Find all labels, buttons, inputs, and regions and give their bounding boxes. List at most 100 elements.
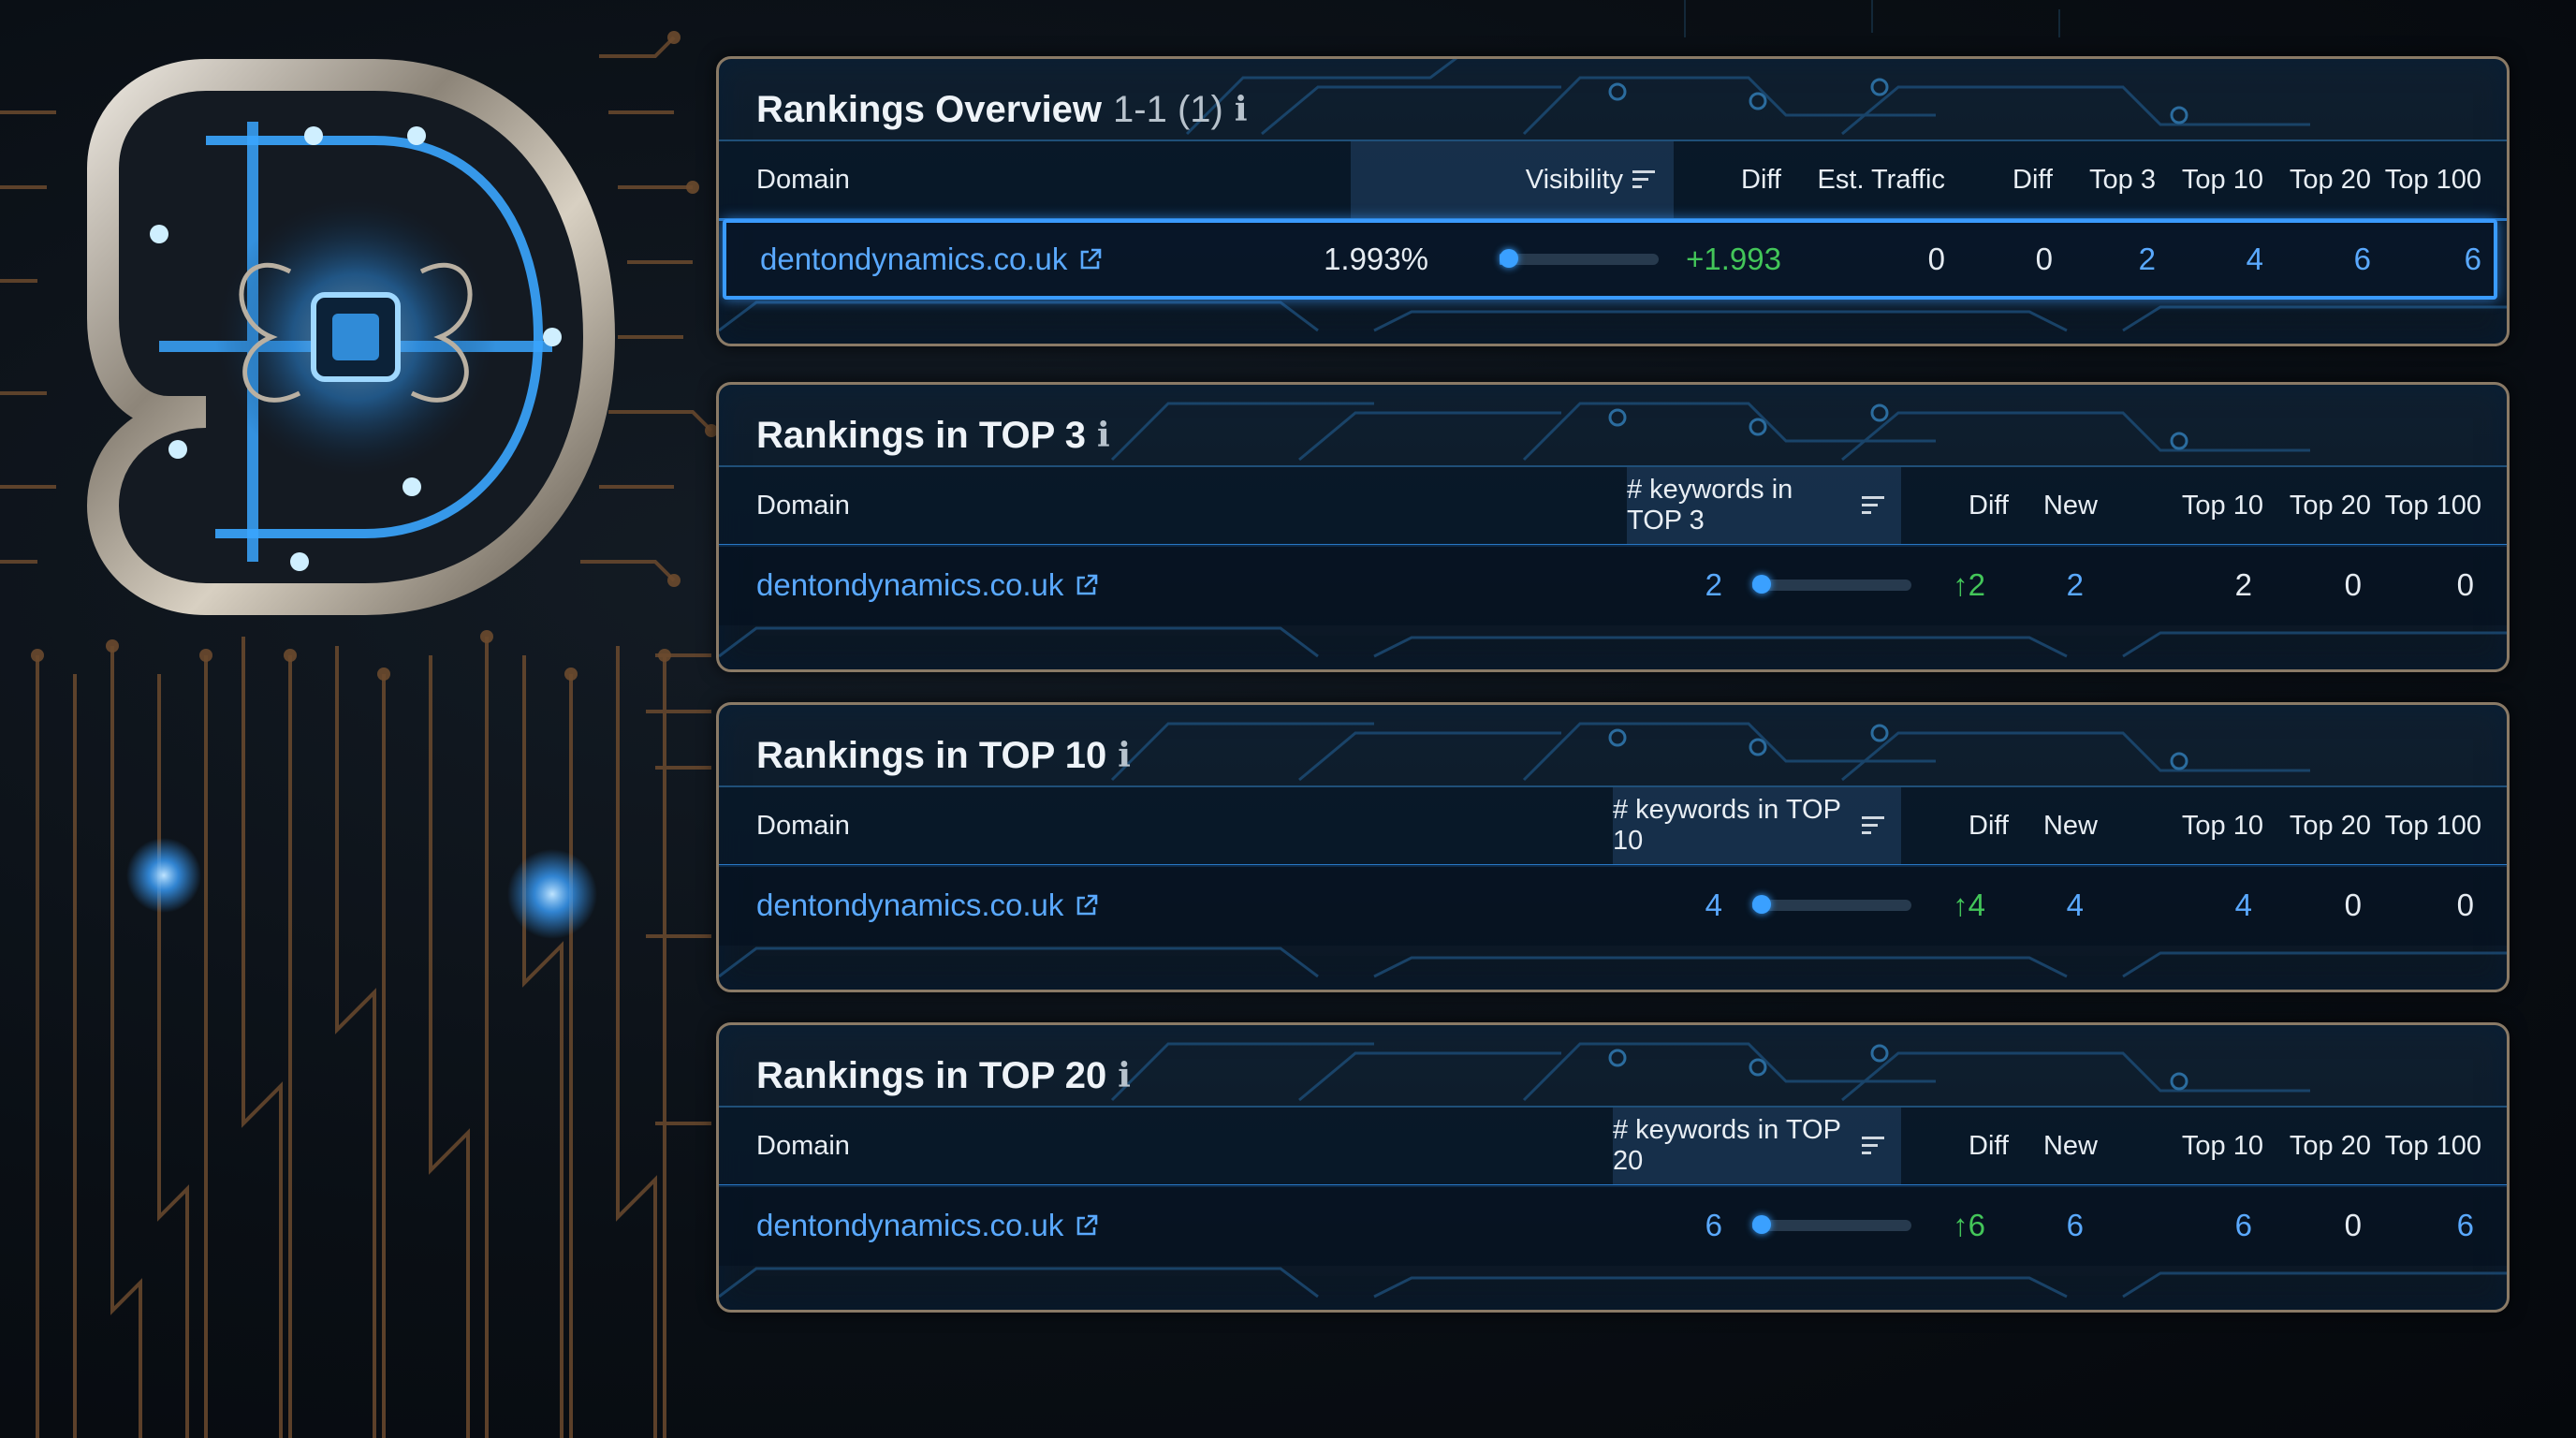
panel-title-text: Rankings Overview	[756, 88, 1103, 130]
panel-title-text: Rankings in TOP 3	[756, 414, 1086, 456]
domain-cell[interactable]: dentondynamics.co.uk	[756, 545, 1099, 625]
keywords-value[interactable]: 6	[1655, 1185, 1722, 1266]
top20-value[interactable]: 6	[2263, 223, 2371, 296]
table-row[interactable]: dentondynamics.co.uk 1.993% +1.993 0 0 2…	[723, 219, 2497, 300]
table-header: Domain # keywords in TOP 10 Diff New Top…	[719, 785, 2507, 867]
keywords-bar	[1752, 1185, 1911, 1266]
keywords-bar	[1752, 545, 1911, 625]
col-top100[interactable]: Top 100	[2371, 1108, 2481, 1184]
top10-value: 2	[2234, 567, 2252, 602]
info-icon[interactable]: i	[1097, 416, 1110, 455]
diff-value: ↑4	[1953, 888, 1985, 922]
col-top10[interactable]: Top 10	[2098, 787, 2263, 864]
table-header: Domain # keywords in TOP 3 Diff New Top …	[719, 465, 2507, 547]
col-domain[interactable]: Domain	[756, 467, 850, 544]
col-traffic-diff[interactable]: Diff	[1945, 141, 2053, 218]
col-top20[interactable]: Top 20	[2263, 787, 2371, 864]
top10-value[interactable]: 4	[2156, 223, 2263, 296]
table-row[interactable]: dentondynamics.co.uk 2 ↑2 2 2 0 0	[719, 545, 2507, 625]
domain-cell[interactable]: dentondynamics.co.uk	[756, 865, 1099, 946]
panel-title-text: Rankings in TOP 10	[756, 734, 1107, 776]
sort-descending-icon[interactable]	[1862, 816, 1885, 835]
col-top10[interactable]: Top 10	[2098, 1108, 2263, 1184]
col-visibility[interactable]: Visibility	[1351, 141, 1674, 218]
top20-value: 0	[2344, 567, 2362, 602]
table-row[interactable]: dentondynamics.co.uk 4 ↑4 4 4 0 0	[719, 865, 2507, 946]
col-top100[interactable]: Top 100	[2371, 141, 2481, 218]
panel-title: Rankings in TOP 10 i	[756, 727, 1131, 784]
new-value[interactable]: 4	[2009, 865, 2084, 946]
top20-value: 0	[2344, 1208, 2362, 1242]
diff-value: ↑6	[1953, 1208, 1985, 1242]
info-icon[interactable]: i	[1235, 90, 1248, 129]
est-traffic-value: 0	[1927, 242, 1945, 276]
col-top20[interactable]: Top 20	[2263, 1108, 2371, 1184]
external-link-icon[interactable]	[1075, 893, 1099, 917]
col-keywords-top10[interactable]: # keywords in TOP 10	[1613, 787, 1901, 864]
external-link-icon[interactable]	[1075, 573, 1099, 597]
col-top10[interactable]: Top 10	[2098, 467, 2263, 544]
col-keywords-top3[interactable]: # keywords in TOP 3	[1627, 467, 1901, 544]
keywords-bar	[1752, 865, 1911, 946]
panel-title: Rankings in TOP 3 i	[756, 407, 1110, 463]
domain-cell[interactable]: dentondynamics.co.uk	[756, 1185, 1099, 1266]
external-link-icon[interactable]	[1075, 1213, 1099, 1238]
new-value[interactable]: 2	[2009, 545, 2084, 625]
domain-link[interactable]: dentondynamics.co.uk	[756, 888, 1063, 923]
d-monogram-logo	[86, 59, 616, 615]
top100-value[interactable]: 6	[2371, 1185, 2474, 1266]
top20-value: 0	[2344, 888, 2362, 922]
table-row[interactable]: dentondynamics.co.uk 6 ↑6 6 6 0 6	[719, 1185, 2507, 1266]
top100-value: 0	[2456, 567, 2474, 602]
external-link-icon[interactable]	[1078, 247, 1103, 271]
sort-descending-icon[interactable]	[1862, 1137, 1885, 1155]
col-new[interactable]: New	[2009, 787, 2098, 864]
col-keywords-label: # keywords in TOP 20	[1613, 1115, 1841, 1176]
col-keywords-label: # keywords in TOP 3	[1627, 475, 1793, 536]
keywords-value[interactable]: 4	[1655, 865, 1722, 946]
keywords-value[interactable]: 2	[1655, 545, 1722, 625]
col-top3[interactable]: Top 3	[2053, 141, 2156, 218]
top10-value[interactable]: 6	[2098, 1185, 2252, 1266]
col-diff[interactable]: Diff	[1901, 467, 2009, 544]
col-top100[interactable]: Top 100	[2371, 787, 2481, 864]
new-value[interactable]: 6	[2009, 1185, 2084, 1266]
info-icon[interactable]: i	[1118, 736, 1131, 775]
col-top20[interactable]: Top 20	[2263, 467, 2371, 544]
domain-link[interactable]: dentondynamics.co.uk	[756, 1208, 1063, 1243]
col-visibility-label: Visibility	[1525, 164, 1623, 195]
col-est-traffic[interactable]: Est. Traffic	[1781, 141, 1945, 218]
rankings-top3-panel: Rankings in TOP 3 i Domain # keywords in…	[716, 382, 2510, 672]
top100-value[interactable]: 6	[2371, 223, 2481, 296]
col-top20[interactable]: Top 20	[2263, 141, 2371, 218]
col-domain[interactable]: Domain	[756, 1108, 850, 1184]
col-new[interactable]: New	[2009, 1108, 2098, 1184]
col-keywords-top20[interactable]: # keywords in TOP 20	[1613, 1108, 1901, 1184]
sort-descending-icon[interactable]	[1632, 170, 1655, 189]
col-diff[interactable]: Diff	[1901, 1108, 2009, 1184]
col-domain[interactable]: Domain	[756, 141, 850, 218]
top3-value[interactable]: 2	[2053, 223, 2156, 296]
result-range: 1-1 (1)	[1113, 88, 1223, 130]
top10-value[interactable]: 4	[2098, 865, 2252, 946]
info-icon[interactable]: i	[1118, 1056, 1131, 1095]
col-keywords-label: # keywords in TOP 10	[1613, 795, 1841, 856]
visibility-value: 1.993%	[1324, 242, 1428, 276]
col-new[interactable]: New	[2009, 467, 2098, 544]
col-top10[interactable]: Top 10	[2156, 141, 2263, 218]
panel-title: Rankings Overview 1-1 (1) i	[756, 81, 1248, 138]
top100-value: 0	[2456, 888, 2474, 922]
rankings-top20-panel: Rankings in TOP 20 i Domain # keywords i…	[716, 1022, 2510, 1313]
domain-cell[interactable]: dentondynamics.co.uk	[760, 223, 1103, 296]
domain-link[interactable]: dentondynamics.co.uk	[756, 567, 1063, 603]
sort-descending-icon[interactable]	[1862, 496, 1885, 515]
panel-title: Rankings in TOP 20 i	[756, 1048, 1131, 1104]
visibility-bar	[1500, 223, 1659, 296]
table-header: Domain # keywords in TOP 20 Diff New Top…	[719, 1106, 2507, 1187]
col-diff[interactable]: Diff	[1901, 787, 2009, 864]
col-top100[interactable]: Top 100	[2371, 467, 2481, 544]
col-domain[interactable]: Domain	[756, 787, 850, 864]
col-diff[interactable]: Diff	[1674, 141, 1781, 218]
domain-link[interactable]: dentondynamics.co.uk	[760, 242, 1067, 277]
rankings-overview-panel: Rankings Overview 1-1 (1) i Domain Visib…	[716, 56, 2510, 346]
